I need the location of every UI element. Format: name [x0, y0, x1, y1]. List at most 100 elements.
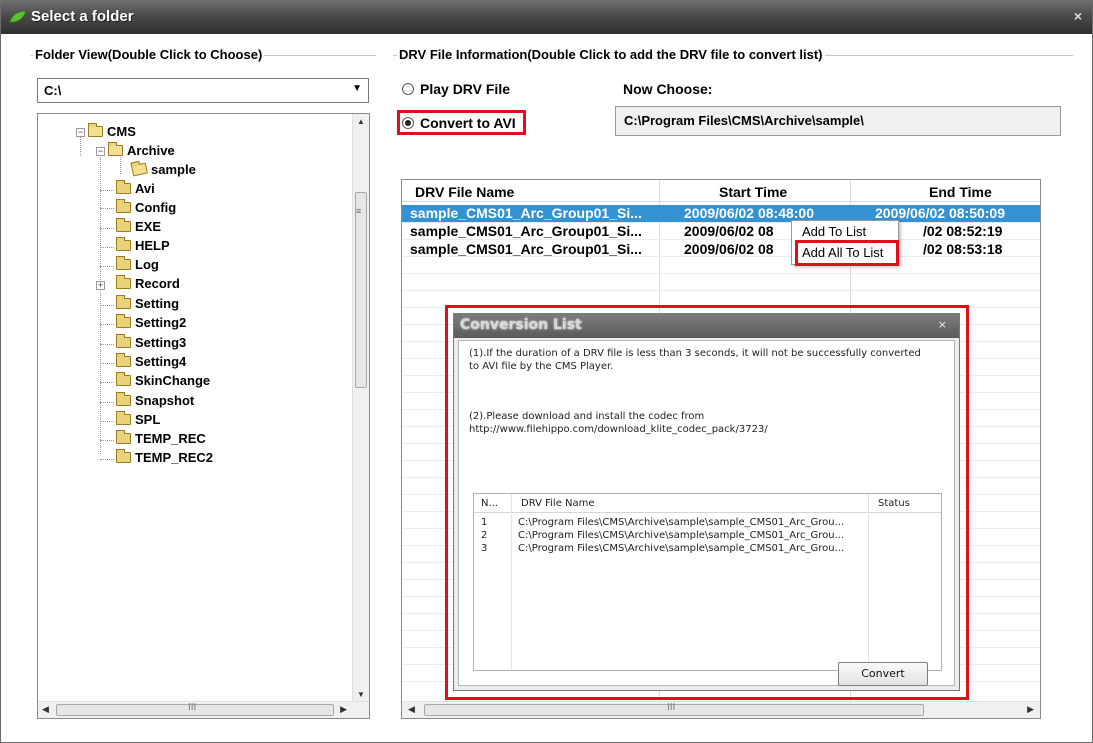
conversion-file-list[interactable]: N... DRV File Name Status 1 C:\Program F… [473, 493, 942, 671]
arrow-right-icon[interactable]: ▶ [340, 704, 347, 715]
arrow-right-icon[interactable]: ▶ [1027, 704, 1034, 715]
collapse-icon[interactable]: − [76, 128, 85, 137]
folder-icon [116, 449, 131, 463]
cell-path: C:\Program Files\CMS\Archive\sample\samp… [518, 517, 845, 528]
col-end-time[interactable]: End Time [929, 184, 992, 200]
column-separator [868, 494, 869, 670]
grip-icon: ≡ [356, 206, 362, 216]
cell-file-name: sample_CMS01_Arc_Group01_Si... [410, 241, 642, 257]
tree-item-spl[interactable]: SPL [116, 411, 161, 430]
expand-icon[interactable]: + [96, 281, 105, 290]
cell-start-time: 2009/06/02 08 [684, 241, 774, 257]
folder-tree[interactable]: − CMS − Archive sample Avi Config EXE HE… [37, 113, 370, 719]
radio-unchecked-icon[interactable] [402, 83, 414, 95]
close-icon[interactable]: × [938, 318, 947, 331]
drive-combo[interactable]: C:\ ▼ [37, 78, 369, 103]
tree-item-skinchange[interactable]: SkinChange [116, 372, 210, 391]
tree-item-config[interactable]: Config [116, 199, 176, 218]
window-title: Select a folder [31, 8, 134, 25]
folder-icon [116, 256, 131, 270]
list-horizontal-scrollbar[interactable]: ◀ III ▶ [402, 701, 1040, 718]
tree-item-label: SPL [135, 412, 161, 427]
tree-connector [100, 363, 114, 364]
tree-item-exe[interactable]: EXE [116, 218, 161, 237]
tree-connector [100, 344, 114, 345]
arrow-down-icon[interactable]: ▼ [357, 690, 365, 699]
tree-item-label: HELP [135, 238, 170, 253]
close-icon[interactable]: × [1074, 8, 1082, 24]
tree-item-cms[interactable]: CMS [88, 123, 136, 142]
play-drv-option[interactable]: Play DRV File [402, 81, 510, 97]
folder-icon [116, 295, 131, 309]
row-line [402, 273, 1040, 274]
tree-connector [100, 421, 114, 422]
tree-item-setting4[interactable]: Setting4 [116, 353, 186, 372]
cell-file-name: sample_CMS01_Arc_Group01_Si... [410, 205, 642, 221]
grip-icon: III [667, 702, 676, 713]
cell-number: 1 [481, 517, 488, 528]
scroll-thumb[interactable] [355, 192, 367, 388]
drv-info-title: DRV File Information(Double Click to add… [397, 47, 825, 62]
cell-end-time: /02 08:52:19 [923, 223, 1003, 239]
radio-checked-icon[interactable] [402, 117, 414, 129]
dialog-title: Conversion List [460, 317, 582, 333]
tree-item-temp-rec2[interactable]: TEMP_REC2 [116, 449, 214, 468]
tree-connector [100, 190, 114, 191]
convert-avi-option[interactable]: Convert to AVI [402, 115, 516, 131]
collapse-icon[interactable]: − [96, 147, 105, 156]
table-row[interactable]: sample_CMS01_Arc_Group01_Si... 2009/06/0… [402, 241, 1040, 258]
tree-item-temp-rec[interactable]: TEMP_REC [116, 430, 206, 449]
now-choose-path-field: C:\Program Files\CMS\Archive\sample\ [615, 106, 1061, 136]
folder-icon [116, 372, 131, 386]
tree-item-label: Archive [127, 143, 175, 158]
tree-item-record[interactable]: Record [116, 275, 180, 294]
chevron-down-icon[interactable]: ▼ [352, 83, 362, 94]
table-row[interactable]: sample_CMS01_Arc_Group01_Si... 2009/06/0… [402, 223, 1040, 240]
cell-path: C:\Program Files\CMS\Archive\sample\samp… [518, 530, 845, 541]
tree-item-sample[interactable]: sample [131, 162, 196, 180]
cell-number: 2 [481, 530, 488, 541]
tree-horizontal-scrollbar[interactable]: ◀ III ▶ [38, 701, 369, 718]
folder-open-icon [88, 123, 103, 137]
arrow-up-icon[interactable]: ▲ [357, 117, 365, 126]
folder-icon [116, 275, 131, 289]
tree-item-archive[interactable]: Archive [108, 142, 175, 161]
tree-vertical-scrollbar[interactable]: ▲ ≡ ▼ [352, 114, 369, 702]
tree-item-label: Log [135, 257, 159, 272]
tree-item-avi[interactable]: Avi [116, 180, 155, 199]
tree-item-snapshot[interactable]: Snapshot [116, 392, 194, 411]
arrow-left-icon[interactable]: ◀ [408, 704, 415, 715]
tree-item-setting[interactable]: Setting [116, 295, 180, 314]
tree-item-label: Setting3 [135, 335, 187, 350]
col-drv-file-name[interactable]: DRV File Name [415, 184, 514, 200]
folder-icon [116, 237, 131, 251]
folder-open-icon [108, 142, 123, 156]
col-drv-file-name[interactable]: DRV File Name [521, 498, 595, 509]
tree-item-label: sample [151, 162, 196, 177]
arrow-left-icon[interactable]: ◀ [42, 704, 49, 715]
tree-item-label: TEMP_REC2 [135, 450, 214, 465]
tree-item-setting2[interactable]: Setting2 [116, 314, 186, 333]
column-separator [511, 494, 512, 670]
tree-connector [100, 382, 114, 383]
play-drv-label: Play DRV File [420, 81, 511, 97]
convert-button[interactable]: Convert [838, 662, 928, 686]
dialog-title-bar[interactable]: Conversion List × [454, 314, 959, 338]
tree-item-label: Setting [135, 296, 180, 311]
note-2-link[interactable]: http://www.filehippo.com/download_klite_… [469, 423, 949, 436]
title-bar[interactable]: Select a folder × [1, 1, 1092, 34]
col-status[interactable]: Status [878, 498, 910, 509]
col-number[interactable]: N... [481, 498, 498, 509]
col-start-time[interactable]: Start Time [719, 184, 787, 200]
folder-icon [116, 411, 131, 425]
tree-item-log[interactable]: Log [116, 256, 159, 275]
table-row-selected[interactable]: sample_CMS01_Arc_Group01_Si... 2009/06/0… [402, 205, 1040, 222]
tree-connector [100, 324, 114, 325]
folder-icon [116, 218, 131, 232]
folder-icon [116, 430, 131, 444]
tree-item-help[interactable]: HELP [116, 237, 170, 256]
grip-icon: III [188, 702, 197, 713]
tree-item-setting3[interactable]: Setting3 [116, 334, 187, 353]
folder-icon [116, 199, 131, 213]
tree-connector [100, 154, 101, 454]
